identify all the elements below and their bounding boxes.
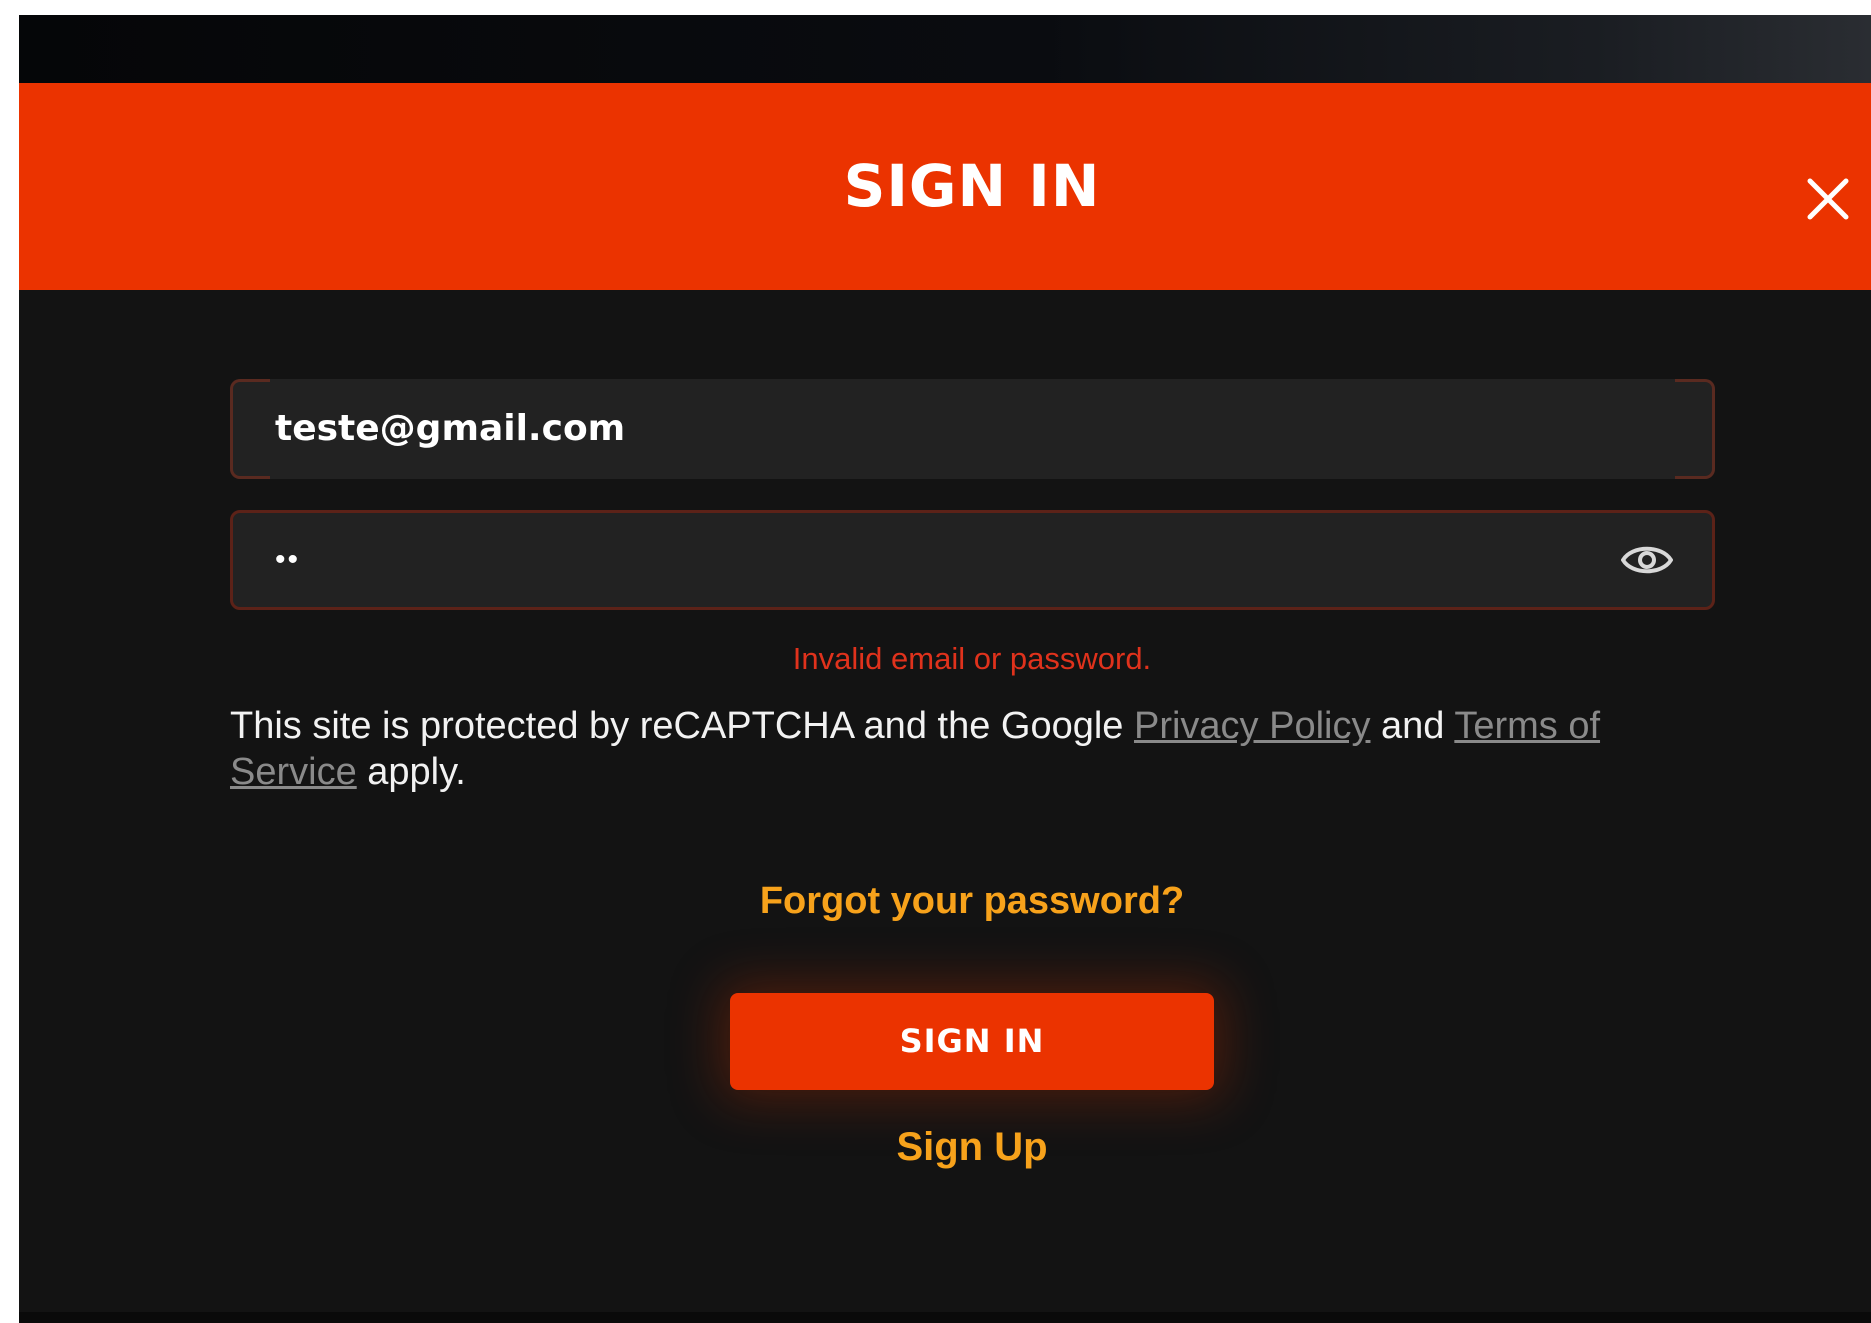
app-screen: SIGN IN teste@gmail.com •• Invalid email…: [19, 15, 1871, 1323]
toggle-password-visibility-button[interactable]: [1620, 539, 1674, 581]
backdrop-bottom: [19, 1312, 1871, 1323]
close-button[interactable]: [1804, 175, 1852, 223]
eye-icon: [1621, 546, 1673, 574]
recaptcha-suffix: apply.: [356, 751, 466, 793]
password-field[interactable]: ••: [230, 510, 1715, 610]
sign-in-button[interactable]: SIGN IN: [730, 993, 1214, 1090]
close-icon: [1807, 178, 1849, 220]
email-field-corner-left: [230, 379, 270, 479]
error-message: Invalid email or password.: [792, 641, 1152, 676]
privacy-policy-link[interactable]: Privacy Policy: [1134, 705, 1371, 747]
forgot-password-link[interactable]: Forgot your password?: [19, 877, 1871, 925]
password-value[interactable]: ••: [275, 513, 300, 607]
modal-title: SIGN IN: [843, 152, 1101, 220]
recaptcha-notice: This site is protected by reCAPTCHA and …: [230, 703, 1725, 795]
recaptcha-middle: and: [1370, 705, 1455, 747]
recaptcha-prefix: This site is protected by reCAPTCHA and …: [230, 705, 1134, 747]
email-field[interactable]: teste@gmail.com: [230, 379, 1715, 479]
email-value[interactable]: teste@gmail.com: [275, 382, 625, 476]
modal-header: SIGN IN: [19, 83, 1871, 290]
email-field-corner-right: [1675, 379, 1715, 479]
sign-up-link[interactable]: Sign Up: [19, 1122, 1871, 1172]
backdrop-top: [19, 15, 1871, 83]
